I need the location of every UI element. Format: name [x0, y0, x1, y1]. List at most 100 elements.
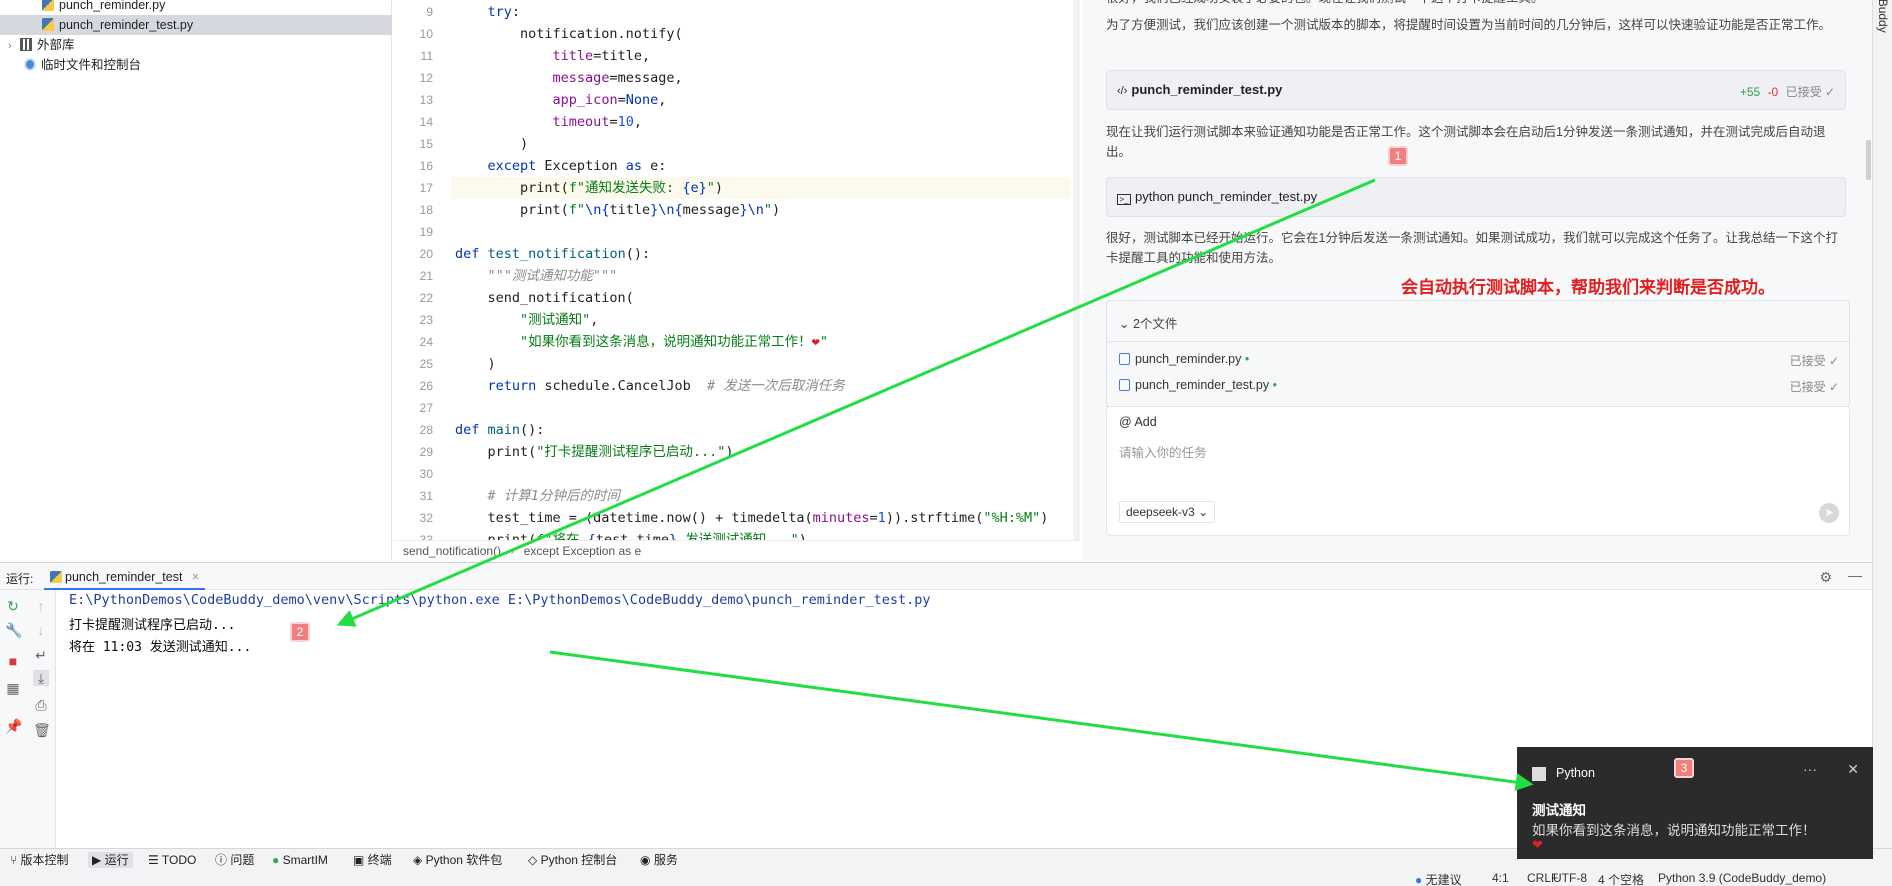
tool-python-packages[interactable]: ◈ Python 软件包 [413, 852, 502, 868]
status-indent[interactable]: 4 个空格 [1598, 871, 1644, 886]
editor-scrollbar[interactable] [1073, 0, 1080, 540]
tree-item-scratches[interactable]: 临时文件和控制台 [0, 55, 392, 75]
add-context-button[interactable]: @ Add [1119, 415, 1157, 429]
gear-icon[interactable]: ⚙ [1819, 569, 1832, 586]
file-change-card[interactable]: ‹/› punch_reminder_test.py +55 -0 已接受 ✓ [1106, 70, 1846, 110]
code-icon: ‹/› [1117, 85, 1128, 97]
layout-icon[interactable]: ▦ [5, 680, 21, 696]
code-line: # 计算1分钟后的时间 [487, 488, 620, 504]
code-line: def main(): [455, 422, 545, 438]
tool-problems[interactable]: ⓘ 问题 [215, 852, 254, 868]
code-line: app_icon=None, [552, 92, 667, 108]
line-number: 18 [419, 203, 433, 217]
arrow-up-icon[interactable]: ↑ [33, 598, 49, 614]
toast-app-name: Python [1556, 766, 1595, 780]
status-suggest[interactable]: ● 无建议 [1415, 871, 1462, 886]
python-icon [50, 571, 62, 583]
tree-item-external-libs[interactable]: › 外部库 [0, 35, 392, 55]
tree-item-punch-reminder-test[interactable]: punch_reminder_test.py [0, 15, 392, 35]
code-line: """测试通知功能""" [487, 268, 618, 284]
tool-todo[interactable]: ☰ TODO [148, 852, 196, 868]
breadcrumb: send_notification() › except Exception a… [393, 540, 1080, 560]
console-line: E:\PythonDemos\CodeBuddy_demo\venv\Scrip… [69, 592, 931, 608]
file-icon [1119, 379, 1130, 391]
minimize-icon[interactable]: — [1848, 567, 1862, 583]
console-line: 将在 11:03 发送测试通知... [69, 640, 252, 655]
chevron-right-icon[interactable]: › [8, 36, 20, 56]
tool-terminal[interactable]: ▣ 终端 [353, 852, 392, 868]
run-tab[interactable]: punch_reminder_test × [44, 563, 206, 590]
check-icon: ✓ [1824, 85, 1835, 99]
line-number: 9 [426, 5, 433, 19]
tree-item-punch-reminder[interactable]: punch_reminder.py [0, 0, 392, 15]
tool-run[interactable]: ▶ 运行 [88, 852, 133, 868]
code-line: timeout=10, [552, 114, 642, 130]
status-interpreter[interactable]: Python 3.9 (CodeBuddy_demo) [1658, 871, 1826, 885]
project-tree: punch_reminder.py punch_reminder_test.py… [0, 0, 392, 560]
annotation-badge-3: 3 [1674, 758, 1694, 778]
code-line: notification.notify( [455, 26, 683, 42]
changed-file-row[interactable]: punch_reminder_test.py • [1119, 378, 1277, 392]
chat-input-box[interactable]: @ Add 请输入你的任务 deepseek-v3 ⌄ ➤ [1106, 406, 1850, 536]
stop-icon[interactable]: ■ [5, 653, 21, 669]
line-number: 25 [419, 357, 433, 371]
close-icon[interactable]: × [192, 570, 199, 584]
scroll-to-end-icon[interactable]: ⤓ [33, 670, 49, 686]
tool-python-console[interactable]: ◇ Python 控制台 [528, 852, 617, 868]
status-encoding[interactable]: UTF-8 [1553, 871, 1587, 885]
status-bar: ● 无建议 4:1 CRLF UTF-8 4 个空格 Python 3.9 (C… [0, 870, 1892, 886]
line-number: 29 [419, 445, 433, 459]
changed-file-row[interactable]: punch_reminder.py • [1119, 352, 1249, 366]
library-icon [20, 38, 32, 51]
python-file-icon [42, 0, 54, 11]
trash-icon[interactable]: 🗑 [33, 722, 51, 738]
model-select[interactable]: deepseek-v3 ⌄ [1119, 501, 1216, 523]
code-line: print(f"将在 {test_time} 发送测试通知...") [455, 532, 807, 540]
line-number: 19 [419, 225, 433, 239]
code-line: send_notification( [455, 290, 634, 306]
windows-notification-toast[interactable]: Python ··· ✕ 测试通知 如果你看到这条消息，说明通知功能正常工作！ … [1517, 747, 1873, 859]
line-number: 31 [419, 489, 433, 503]
line-number: 26 [419, 379, 433, 393]
more-icon[interactable]: ··· [1803, 761, 1817, 777]
line-number: 11 [420, 49, 433, 63]
code-line: message=message, [552, 70, 683, 86]
tool-services[interactable]: ◉ 服务 [640, 852, 678, 868]
arrow-down-icon[interactable]: ↓ [33, 622, 49, 638]
status-position[interactable]: 4:1 [1492, 871, 1509, 885]
annotation-badge-2: 2 [290, 622, 310, 642]
code-line: test_time = (datetime.now() + timedelta(… [455, 510, 1049, 526]
chat-scrollbar[interactable] [1866, 140, 1871, 180]
terminal-icon: >_ [1117, 194, 1131, 205]
modified-dot-icon: • [1244, 352, 1250, 366]
code-line: print("打卡提醒测试程序已启动...") [455, 444, 734, 460]
code-line: ) [455, 136, 529, 152]
chat-message: 很好，我们已经成功安装了必要的包。现在让我们测试一下这个打卡提醒工具。 [1106, 0, 1846, 8]
tool-smartim[interactable]: ● SmartIM [272, 852, 328, 868]
toast-message: 如果你看到这条消息，说明通知功能正常工作！ [1532, 823, 1816, 838]
changed-file-status: 已接受 ✓ [1789, 354, 1839, 368]
send-icon[interactable]: ➤ [1819, 503, 1839, 523]
chat-message: 现在让我们运行测试脚本来验证通知功能是否正常工作。这个测试脚本会在启动后1分钟发… [1106, 125, 1826, 159]
breadcrumb-item[interactable]: send_notification() [403, 544, 501, 558]
command-card[interactable]: >_ python punch_reminder_test.py [1106, 177, 1846, 217]
close-icon[interactable]: ✕ [1847, 761, 1859, 778]
soft-wrap-icon[interactable]: ↵ [33, 647, 49, 663]
files-header[interactable]: ⌄ 2个文件 [1119, 313, 1177, 332]
task-input[interactable]: 请输入你的任务 [1119, 442, 1207, 461]
breadcrumb-separator: › [510, 544, 515, 558]
codebuddy-tool-tab[interactable]: CodeBuddy [1876, 0, 1890, 33]
code-editor[interactable]: 9 10 11 12 13 14 15 16 17 18 19 20 21 22… [393, 0, 1080, 547]
line-number: 22 [419, 291, 433, 305]
pin-icon[interactable]: 📌 [5, 718, 22, 734]
tool-vcs[interactable]: ⑂ 版本控制 [10, 852, 69, 868]
chevron-down-icon: ⌄ [1198, 505, 1209, 519]
wrench-icon[interactable]: 🔧 [5, 622, 22, 638]
print-icon[interactable]: ⎙ [33, 697, 49, 713]
rerun-icon[interactable]: ↻ [5, 598, 21, 614]
breadcrumb-item[interactable]: except Exception as e [524, 544, 641, 558]
line-number: 21 [419, 269, 433, 283]
run-label: 运行: [6, 572, 34, 586]
